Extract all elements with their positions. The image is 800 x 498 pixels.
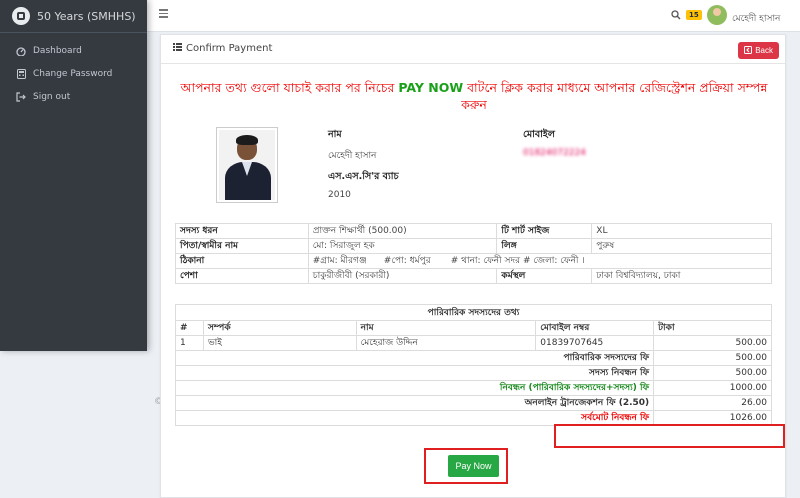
table-row: পিতা/স্বামীর নাম মো: সিরাজুল হক লিঙ্গ পু… — [175, 238, 772, 254]
col-header: সম্পর্ক — [202, 320, 357, 336]
table-row: 1 ভাই মেহেরাজ উদ্দিন 01839707645 500.00 — [175, 335, 772, 351]
sidebar-item-change-password[interactable]: Change Password — [0, 62, 147, 85]
notice-pay-now: PAY NOW — [398, 80, 464, 95]
card-title-text: Confirm Payment — [186, 43, 273, 54]
sidebar-item-label: Dashboard — [33, 45, 82, 56]
calculator-icon — [16, 68, 26, 79]
back-label: Back — [755, 46, 773, 55]
tshirt-value: XL — [591, 223, 772, 239]
cell-amount: 500.00 — [653, 335, 772, 351]
name-label: নাম — [328, 129, 342, 140]
transaction-fee-label: অনলাইন ট্রানজেকশন ফি (2.50) — [174, 395, 655, 411]
occupation-value: চাকুরীজীবী (সরকারী) — [307, 268, 498, 284]
table-row: ঠিকানা #গ্রাম: মীরগঞ্জ #পো: ধর্মপুর # থা… — [175, 253, 773, 269]
workplace-label: কর্মস্থল — [496, 268, 593, 284]
sign-out-icon — [16, 91, 26, 102]
workplace-value: ঢাকা বিশ্ববিদ্যালয়, ঢাকা — [591, 268, 772, 284]
col-header: টাকা — [653, 320, 772, 336]
search-icon[interactable] — [671, 10, 681, 23]
confirm-payment-card: Confirm Payment Back আপনার তথ্য গুলো যাচ… — [160, 34, 786, 498]
family-table: পারিবারিক সদস্যদের তথ্য # সম্পর্ক নাম মো… — [174, 304, 772, 426]
parent-value: মো: সিরাজুল হক — [307, 238, 498, 254]
sidebar-item-dashboard[interactable]: Dashboard — [0, 39, 147, 62]
family-caption: পারিবারিক সদস্যদের তথ্য — [175, 304, 772, 321]
registration-fee-label: নিবন্ধন (পারিবারিক সদস্যদের+সদস্য) ফি — [174, 380, 655, 396]
dashboard-icon — [16, 46, 26, 56]
cell-no: 1 — [175, 335, 204, 351]
col-header: নাম — [355, 320, 537, 336]
topbar: 15 মেহেদী হাসান — [147, 0, 800, 32]
gender-label: লিঙ্গ — [496, 238, 593, 254]
details-table: সদস্য ধরন প্রাক্তন শিক্ষার্থী (500.00) ট… — [175, 223, 773, 284]
pay-now-button[interactable]: Pay Now — [448, 455, 499, 477]
summary-row: সদস্য নিবন্ধন ফি 500.00 — [174, 365, 772, 381]
batch-label: এস.এস.সি'র ব্যাচ — [328, 171, 399, 182]
sidebar-item-sign-out[interactable]: Sign out — [0, 85, 147, 108]
name-value: মেহেদী হাসান — [328, 151, 377, 161]
col-header: মোবাইল নম্বর — [535, 320, 655, 336]
mobile-label: মোবাইল — [523, 129, 555, 140]
family-fee-value: 500.00 — [653, 350, 772, 366]
summary-row: অনলাইন ট্রানজেকশন ফি (2.50) 26.00 — [174, 395, 772, 411]
transaction-fee-value: 26.00 — [653, 395, 772, 411]
batch-value: 2010 — [328, 190, 351, 200]
occupation-label: পেশা — [175, 268, 309, 284]
cell-name: মেহেরাজ উদ্দিন — [355, 335, 537, 351]
avatar[interactable] — [707, 5, 727, 25]
address-value: #গ্রাম: মীরগঞ্জ #পো: ধর্মপুর # থানা: ফেন… — [307, 253, 773, 269]
table-row: পেশা চাকুরীজীবী (সরকারী) কর্মস্থল ঢাকা ব… — [175, 268, 772, 284]
list-icon — [173, 43, 182, 54]
payment-notice: আপনার তথ্য গুলো যাচাই করার পর নিচের PAY … — [161, 79, 787, 113]
registration-fee-value: 1000.00 — [653, 380, 772, 396]
member-type-label: সদস্য ধরন — [175, 223, 309, 239]
member-fee-value: 500.00 — [653, 365, 772, 381]
summary-row: পারিবারিক সদস্যদের ফি 500.00 — [174, 350, 772, 366]
user-name[interactable]: মেহেদী হাসান — [732, 11, 780, 26]
member-type-value: প্রাক্তন শিক্ষার্থী (500.00) — [307, 223, 498, 239]
tshirt-label: টি শার্ট সাইজ — [496, 223, 593, 239]
brand[interactable]: 50 Years (SMHHS) — [0, 0, 147, 33]
card-header: Confirm Payment Back — [161, 35, 785, 64]
back-button[interactable]: Back — [738, 42, 779, 59]
sidebar: 50 Years (SMHHS) Dashboard Change Passwo… — [0, 0, 147, 351]
notification-badge[interactable]: 15 — [686, 10, 702, 20]
family-caption-row: পারিবারিক সদস্যদের তথ্য — [175, 304, 772, 321]
total-highlight — [554, 424, 785, 448]
family-fee-label: পারিবারিক সদস্যদের ফি — [174, 350, 655, 366]
brand-logo — [12, 7, 30, 25]
menu-toggle-icon[interactable] — [159, 9, 168, 18]
cell-relation: ভাই — [202, 335, 357, 351]
back-arrow-icon — [744, 45, 753, 56]
mobile-value: 01824072224 — [523, 148, 586, 158]
cell-mobile: 01839707645 — [535, 335, 655, 351]
family-header-row: # সম্পর্ক নাম মোবাইল নম্বর টাকা — [175, 320, 772, 336]
col-header: # — [175, 320, 204, 336]
notice-text: আপনার তথ্য গুলো যাচাই করার পর নিচের — [180, 80, 399, 95]
address-label: ঠিকানা — [175, 253, 309, 269]
member-fee-label: সদস্য নিবন্ধন ফি — [174, 365, 655, 381]
sidebar-item-label: Sign out — [33, 91, 71, 102]
parent-label: পিতা/স্বামীর নাম — [175, 238, 309, 254]
brand-text: 50 Years (SMHHS) — [37, 9, 136, 23]
summary-row: নিবন্ধন (পারিবারিক সদস্যদের+সদস্য) ফি 10… — [174, 380, 772, 396]
notice-text-rest: বাটনে ক্লিক করার মাধ্যমে আপনার রেজিস্ট্র… — [461, 80, 768, 112]
card-title: Confirm Payment — [173, 43, 272, 54]
profile-photo — [216, 127, 278, 203]
gender-value: পুরুষ — [591, 238, 772, 254]
sidebar-nav: Dashboard Change Password Sign out — [0, 33, 147, 108]
sidebar-item-label: Change Password — [33, 68, 113, 79]
table-row: সদস্য ধরন প্রাক্তন শিক্ষার্থী (500.00) ট… — [175, 223, 772, 239]
